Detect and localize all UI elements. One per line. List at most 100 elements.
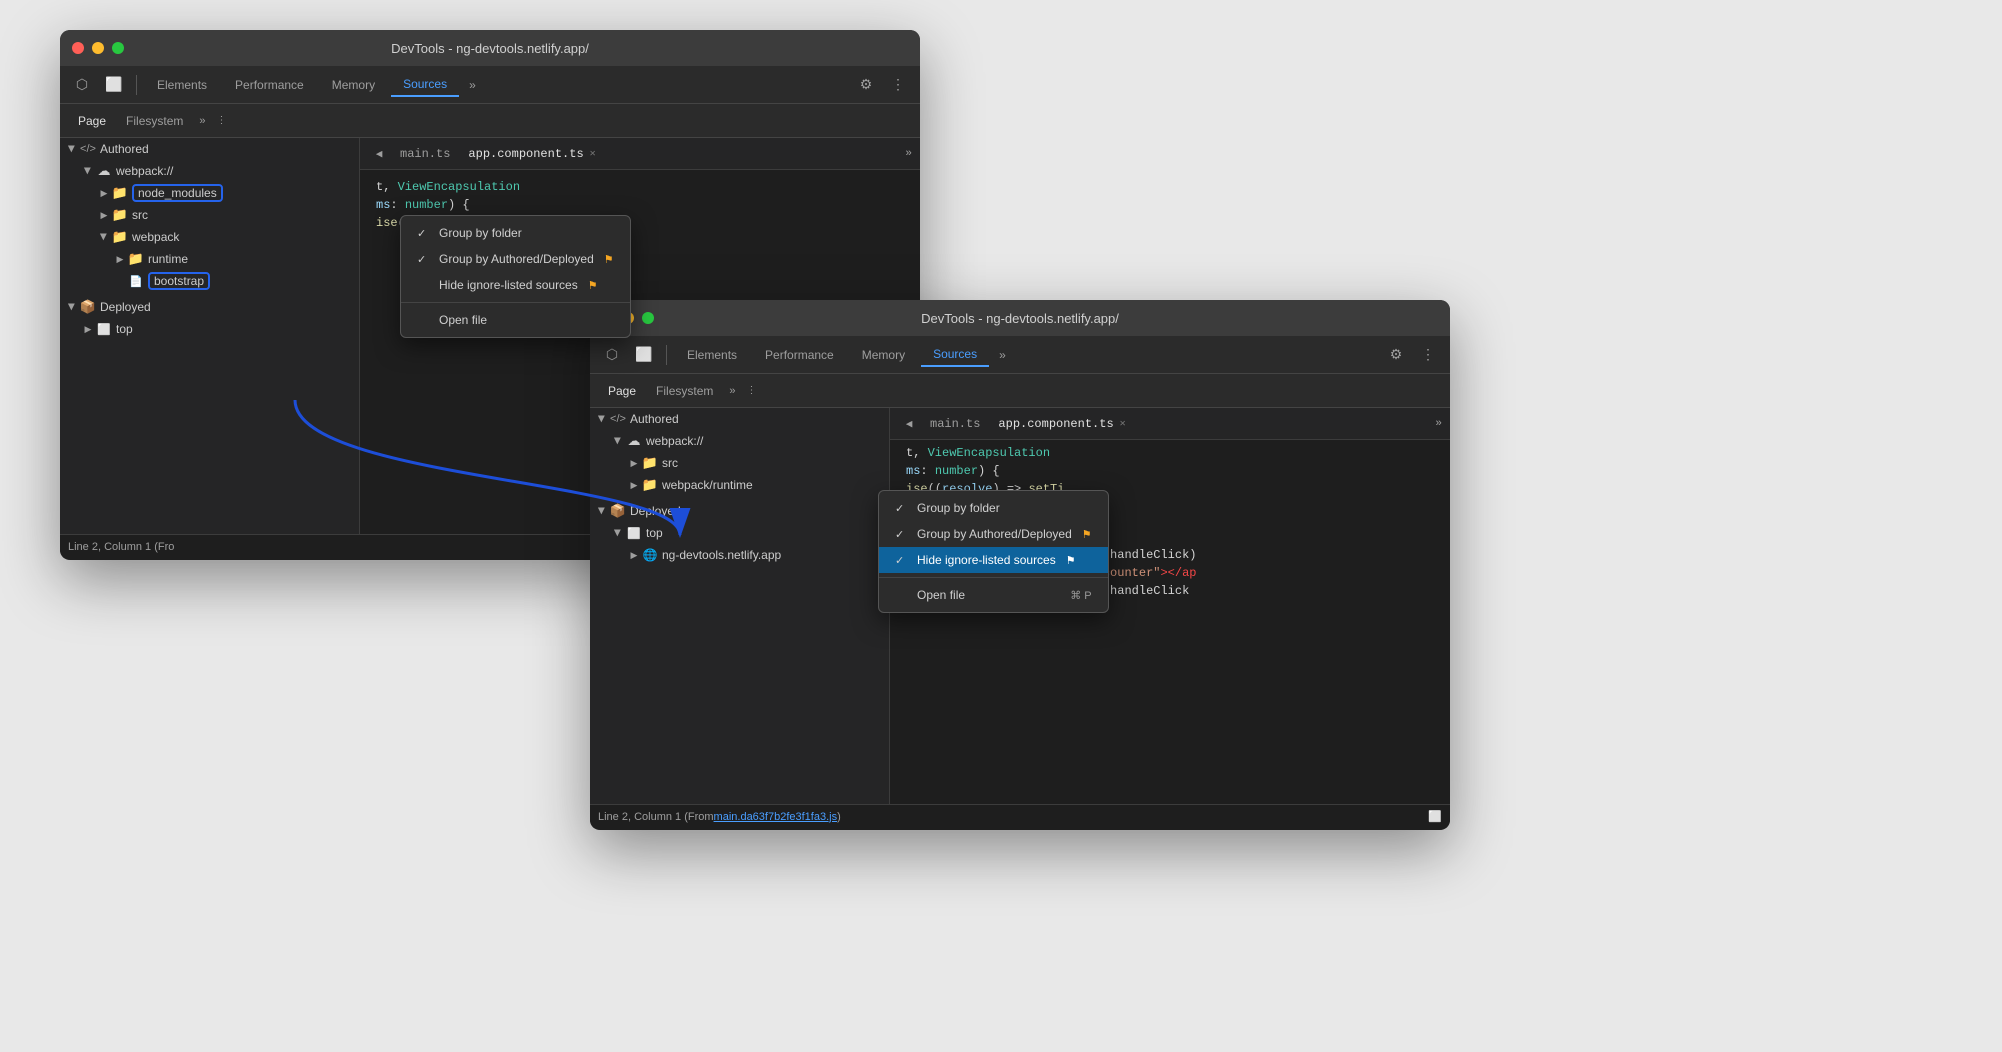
tree-runtime-1[interactable]: ▶ 📁 runtime bbox=[60, 248, 359, 270]
window-title-2: DevTools - ng-devtools.netlify.app/ bbox=[921, 311, 1119, 326]
sources-tabmenu-1[interactable]: ⋮ bbox=[212, 111, 232, 131]
tree-webpack-2[interactable]: ▶ ☁ webpack:// bbox=[590, 430, 889, 452]
menu-open-file-1[interactable]: Open file bbox=[401, 307, 630, 333]
code-text-2-1: t, ViewEncapsulation bbox=[890, 446, 1450, 460]
sidebar-1: ▶ </> Authored ▶ ☁ webpack:// ▶ 📁 node_m… bbox=[60, 138, 360, 534]
window-title-1: DevTools - ng-devtools.netlify.app/ bbox=[391, 41, 589, 56]
open-files-bar-2: ◀ main.ts app.component.ts ✕ » bbox=[890, 408, 1450, 440]
menu-open-file-label-2: Open file bbox=[917, 588, 965, 602]
menu-group-authored-label-1: Group by Authored/Deployed bbox=[439, 252, 594, 266]
tab-page-1[interactable]: Page bbox=[68, 110, 116, 132]
settings-icon-1[interactable]: ⚙ bbox=[852, 71, 880, 99]
close-tab-icon-2[interactable]: ✕ bbox=[1120, 418, 1126, 430]
sources-tabmore-1[interactable]: » bbox=[193, 115, 211, 127]
tab-sources-1[interactable]: Sources bbox=[391, 73, 459, 97]
settings-icon-2[interactable]: ⚙ bbox=[1382, 341, 1410, 369]
open-files-more-1[interactable]: » bbox=[905, 148, 912, 160]
status-bar-2: Line 2, Column 1 (From main.da63f7b2fe3f… bbox=[590, 804, 1450, 828]
menu-group-folder-2[interactable]: ✓ Group by folder bbox=[879, 495, 1108, 521]
titlebar-2: DevTools - ng-devtools.netlify.app/ bbox=[590, 300, 1450, 336]
code-text-2-2: ms: number) { bbox=[890, 464, 1450, 478]
menu-group-folder-1[interactable]: ✓ Group by folder bbox=[401, 220, 630, 246]
code-line-1: t, ViewEncapsulation bbox=[360, 178, 920, 196]
check-group-authored-2: ✓ bbox=[895, 528, 909, 541]
status-icon-2: ⬜ bbox=[1428, 810, 1442, 823]
open-file-app-component-1[interactable]: app.component.ts ✕ bbox=[460, 145, 603, 163]
node-modules-arrow-1: ▶ bbox=[96, 185, 112, 201]
menu-hide-ignore-1[interactable]: Hide ignore-listed sources ⚑ bbox=[401, 272, 630, 298]
tab-performance-1[interactable]: Performance bbox=[223, 74, 316, 96]
tree-src-1[interactable]: ▶ 📁 src bbox=[60, 204, 359, 226]
tab-sources-2[interactable]: Sources bbox=[921, 343, 989, 367]
tab-elements-1[interactable]: Elements bbox=[145, 74, 219, 96]
tree-webpack-folder-1[interactable]: ▶ 📁 webpack bbox=[60, 226, 359, 248]
menu-open-file-2[interactable]: Open file ⌘ P bbox=[879, 582, 1108, 608]
tree-webpack-runtime-2[interactable]: ▶ 📁 webpack/runtime bbox=[590, 474, 889, 496]
bootstrap-label-1: bootstrap bbox=[148, 272, 210, 290]
deployed-icon-1: 📦 bbox=[80, 299, 96, 315]
webpack-folder-label-1: webpack bbox=[132, 230, 179, 244]
tab-performance-2[interactable]: Performance bbox=[753, 344, 846, 366]
tree-top-2[interactable]: ▶ ⬜ top bbox=[590, 522, 889, 544]
tree-bootstrap-1[interactable]: ▶ 📄 bootstrap bbox=[60, 270, 359, 292]
code-text-2: ms: number) { bbox=[360, 198, 920, 212]
main-ts-label-2: main.ts bbox=[930, 417, 980, 431]
inspect-icon-1[interactable]: ⬜ bbox=[100, 71, 128, 99]
menu-group-authored-label-2: Group by Authored/Deployed bbox=[917, 527, 1072, 541]
close-tab-icon-1[interactable]: ✕ bbox=[590, 148, 596, 160]
tree-deployed-1[interactable]: ▶ 📦 Deployed bbox=[60, 296, 359, 318]
menu-group-authored-1[interactable]: ✓ Group by Authored/Deployed ⚑ bbox=[401, 246, 630, 272]
window-controls-1 bbox=[72, 42, 124, 54]
open-files-more-2[interactable]: » bbox=[1435, 418, 1442, 430]
tab-filesystem-1[interactable]: Filesystem bbox=[116, 110, 193, 132]
inspect-icon-2[interactable]: ⬜ bbox=[630, 341, 658, 369]
cursor-icon-2[interactable]: ⬡ bbox=[598, 341, 626, 369]
nav-back-2[interactable]: ◀ bbox=[898, 413, 920, 435]
menu-hide-ignore-2[interactable]: ✓ Hide ignore-listed sources ⚑ bbox=[879, 547, 1108, 573]
menu-group-folder-label-1: Group by folder bbox=[439, 226, 522, 240]
tree-ngdevtools-2[interactable]: ▶ 🌐 ng-devtools.netlify.app bbox=[590, 544, 889, 566]
tree-src-2[interactable]: ▶ 📁 src bbox=[590, 452, 889, 474]
authored-label-2: Authored bbox=[630, 412, 679, 426]
nav-back-1[interactable]: ◀ bbox=[368, 143, 390, 165]
sources-tabmore-2[interactable]: » bbox=[723, 385, 741, 397]
toolbar-more-2[interactable]: » bbox=[993, 344, 1012, 366]
tab-memory-1[interactable]: Memory bbox=[320, 74, 387, 96]
authored-icon-1: </> bbox=[80, 141, 96, 157]
status-link-2[interactable]: main.da63f7b2fe3f1fa3.js bbox=[714, 811, 838, 823]
open-file-main-ts-1[interactable]: main.ts bbox=[392, 145, 458, 163]
webpack-icon-1: ☁ bbox=[96, 163, 112, 179]
menu-hide-ignore-label-2: Hide ignore-listed sources bbox=[917, 553, 1056, 567]
tree-authored-1[interactable]: ▶ </> Authored bbox=[60, 138, 359, 160]
tab-page-2[interactable]: Page bbox=[598, 380, 646, 402]
folder-icon-webpack-1: 📁 bbox=[112, 229, 128, 245]
toolbar-sep-2 bbox=[666, 345, 667, 365]
webpack-runtime-arrow-2: ▶ bbox=[626, 477, 642, 493]
toolbar-more-1[interactable]: » bbox=[463, 74, 482, 96]
tab-filesystem-2[interactable]: Filesystem bbox=[646, 380, 723, 402]
cursor-icon-1[interactable]: ⬡ bbox=[68, 71, 96, 99]
menu-group-folder-label-2: Group by folder bbox=[917, 501, 1000, 515]
warning-icon-group-authored-2: ⚑ bbox=[1082, 528, 1092, 541]
tree-deployed-2[interactable]: ▶ 📦 Deployed bbox=[590, 500, 889, 522]
tree-top-1[interactable]: ▶ ⬜ top bbox=[60, 318, 359, 340]
open-file-app-component-2[interactable]: app.component.ts ✕ bbox=[990, 415, 1133, 433]
more-icon-2[interactable]: ⋮ bbox=[1414, 341, 1442, 369]
open-file-main-ts-2[interactable]: main.ts bbox=[922, 415, 988, 433]
check-group-authored-1: ✓ bbox=[417, 253, 431, 266]
minimize-button-1[interactable] bbox=[92, 42, 104, 54]
check-hide-ignore-2: ✓ bbox=[895, 554, 909, 567]
tab-memory-2[interactable]: Memory bbox=[850, 344, 917, 366]
sources-tabmenu-2[interactable]: ⋮ bbox=[742, 381, 762, 401]
tab-elements-2[interactable]: Elements bbox=[675, 344, 749, 366]
tree-authored-2[interactable]: ▶ </> Authored bbox=[590, 408, 889, 430]
check-open-file-2 bbox=[895, 589, 909, 601]
tree-node-modules-1[interactable]: ▶ 📁 node_modules bbox=[60, 182, 359, 204]
tree-webpack-1[interactable]: ▶ ☁ webpack:// bbox=[60, 160, 359, 182]
close-button-1[interactable] bbox=[72, 42, 84, 54]
maximize-button-2[interactable] bbox=[642, 312, 654, 324]
maximize-button-1[interactable] bbox=[112, 42, 124, 54]
menu-group-authored-2[interactable]: ✓ Group by Authored/Deployed ⚑ bbox=[879, 521, 1108, 547]
more-icon-1[interactable]: ⋮ bbox=[884, 71, 912, 99]
main-ts-label-1: main.ts bbox=[400, 147, 450, 161]
